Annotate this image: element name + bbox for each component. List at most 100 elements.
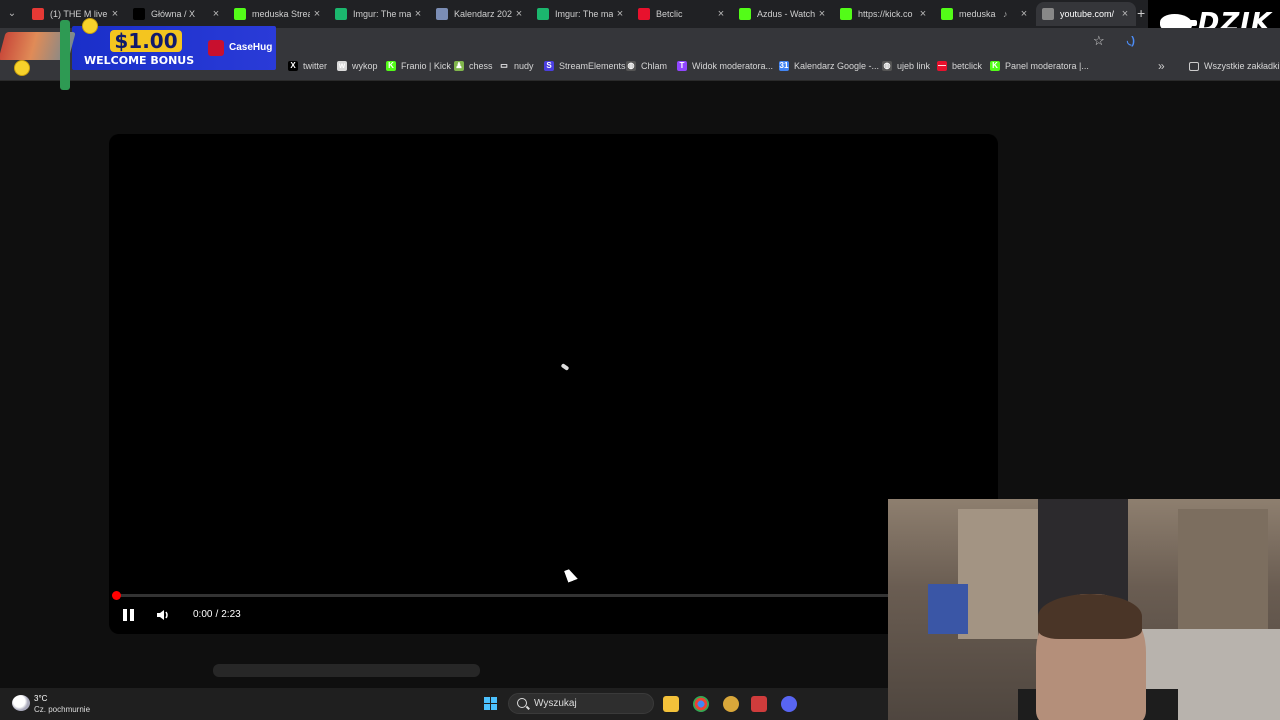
webcam-overlay <box>888 499 1280 720</box>
betclic-icon: — <box>937 61 947 71</box>
folder-icon: ▭ <box>499 61 509 71</box>
casehug-ad-overlay: $1.00 WELCOME BONUS CaseHug <box>0 18 276 90</box>
bookmarks-overflow-button[interactable]: » <box>1158 59 1165 73</box>
browser-icon[interactable] <box>723 696 739 712</box>
tab-close-button[interactable]: × <box>613 8 627 20</box>
taskbar-search-box[interactable]: Wyszukaj <box>508 693 654 714</box>
tab-close-button[interactable]: × <box>916 8 930 20</box>
progress-scrubber[interactable] <box>112 591 121 600</box>
extension-icon[interactable]: ◟) <box>1127 34 1135 47</box>
bookmark-item[interactable]: Xtwitter <box>288 61 327 71</box>
tab-title: Imgur: The ma <box>353 9 411 19</box>
video-player[interactable] <box>109 134 998 634</box>
weather-condition[interactable]: Cz. pochmurnie <box>34 705 90 714</box>
coin-icon <box>14 60 30 76</box>
bookmark-item[interactable]: K Panel moderatora |... <box>990 61 1089 71</box>
imgur-icon <box>335 8 347 20</box>
imgur-icon <box>537 8 549 20</box>
tab-close-button[interactable]: × <box>714 8 728 20</box>
duration: 2:23 <box>221 609 241 620</box>
browser-tab[interactable]: Imgur: The ma × <box>531 2 631 26</box>
tab-close-button[interactable]: × <box>815 8 829 20</box>
pause-icon <box>123 609 127 621</box>
tab-close-button[interactable]: × <box>411 8 425 20</box>
all-bookmarks-label: Wszystkie zakładki <box>1204 61 1280 71</box>
media-icon[interactable] <box>751 696 767 712</box>
all-bookmarks-button[interactable]: Wszystkie zakładki <box>1189 61 1280 71</box>
kick-icon: K <box>386 61 396 71</box>
new-tab-button[interactable]: + <box>1137 5 1145 21</box>
globe-icon <box>1042 8 1054 20</box>
ad-welcome-text: WELCOME BONUS <box>84 54 195 67</box>
tab-close-button[interactable]: × <box>310 8 324 20</box>
bookmark-item[interactable]: 31 Kalendarz Google -... <box>779 61 879 71</box>
bookmark-item[interactable]: ◍ Chlam <box>626 61 667 71</box>
ad-amount: $1.00 <box>110 30 182 52</box>
bookmark-label: Panel moderatora |... <box>1005 61 1089 71</box>
bookmark-item[interactable]: w wykop <box>337 61 378 71</box>
browser-tab[interactable]: Betclic × <box>632 2 732 26</box>
chess-icon: ♟ <box>454 61 464 71</box>
browser-tab[interactable]: Imgur: The ma × <box>329 2 429 26</box>
tab-close-button[interactable]: × <box>1017 8 1031 20</box>
tab-close-button[interactable]: × <box>1118 8 1132 20</box>
progress-bar[interactable] <box>116 594 888 597</box>
tab-title: Imgur: The ma <box>555 9 613 19</box>
volume-button[interactable] <box>156 608 172 622</box>
pause-icon <box>130 609 134 621</box>
tab-title: Azdus - Watch <box>757 9 815 19</box>
tab-title: Betclic <box>656 9 683 19</box>
bookmark-item[interactable]: S StreamElements <box>544 61 626 71</box>
search-placeholder: Wyszukaj <box>534 698 577 709</box>
bookmark-label: Widok moderatora... <box>692 61 774 71</box>
blade-image <box>60 20 70 90</box>
folder-icon <box>1189 61 1199 71</box>
ad-brand: CaseHug <box>229 42 273 53</box>
chrome-icon[interactable] <box>693 696 709 712</box>
tab-title: Kalendarz 2023 <box>454 9 512 19</box>
bookmark-item[interactable]: K Franio | Kick <box>386 61 451 71</box>
bookmark-item[interactable]: ▭ nudy <box>499 61 534 71</box>
browser-tab[interactable]: meduska ♪ × <box>935 2 1035 26</box>
kick-icon <box>840 8 852 20</box>
kick-icon: K <box>990 61 1000 71</box>
weather-temperature[interactable]: 3°C <box>34 694 47 703</box>
bookmark-label: Franio | Kick <box>401 61 451 71</box>
bookmark-item[interactable]: ♟ chess <box>454 61 493 71</box>
time-display: 0:00/2:23 <box>193 609 241 620</box>
pause-button[interactable] <box>122 608 136 622</box>
discord-icon[interactable] <box>781 696 797 712</box>
browser-tab[interactable]: Kalendarz 2023 × <box>430 2 530 26</box>
search-icon <box>517 698 527 708</box>
weather-cloud-icon[interactable] <box>12 695 30 711</box>
windows-start-icon[interactable] <box>484 697 498 711</box>
volume-icon <box>157 610 168 620</box>
bookmark-label: nudy <box>514 61 534 71</box>
bookmark-label: StreamElements <box>559 61 626 71</box>
bookmark-item[interactable]: — betclick <box>937 61 982 71</box>
bookmark-label: wykop <box>352 61 378 71</box>
bookmark-label: Chlam <box>641 61 668 71</box>
bookmark-item[interactable]: ◍ ujeb link <box>882 61 930 71</box>
tab-title: https://kick.co <box>858 9 913 19</box>
betclic-icon <box>638 8 650 20</box>
tab-title: youtube.com/ <box>1060 9 1115 19</box>
browser-tab[interactable]: https://kick.co × <box>834 2 934 26</box>
browser-tab[interactable]: Azdus - Watch × <box>733 2 833 26</box>
globe-icon: ◍ <box>882 61 892 71</box>
windows-taskbar: 3°C Cz. pochmurnie Wyszukaj <box>0 688 888 720</box>
tab-close-button[interactable]: × <box>512 8 526 20</box>
webcam-person-hair <box>1038 594 1142 639</box>
bookmark-item[interactable]: T Widok moderatora... <box>677 61 773 71</box>
title-skeleton-placeholder <box>213 664 480 677</box>
bookmark-label: chess <box>469 61 493 71</box>
webcam-background-window <box>1178 509 1268 629</box>
calendar-icon <box>436 8 448 20</box>
bookmark-star-icon[interactable]: ☆ <box>1093 33 1105 49</box>
twitch-icon: T <box>677 61 687 71</box>
speaker-icon[interactable]: ♪ <box>1003 9 1013 19</box>
bookmark-label: betclick <box>952 61 983 71</box>
tab-title: meduska <box>959 9 996 19</box>
file-explorer-icon[interactable] <box>663 696 679 712</box>
browser-tab[interactable]: youtube.com/× <box>1036 2 1136 26</box>
